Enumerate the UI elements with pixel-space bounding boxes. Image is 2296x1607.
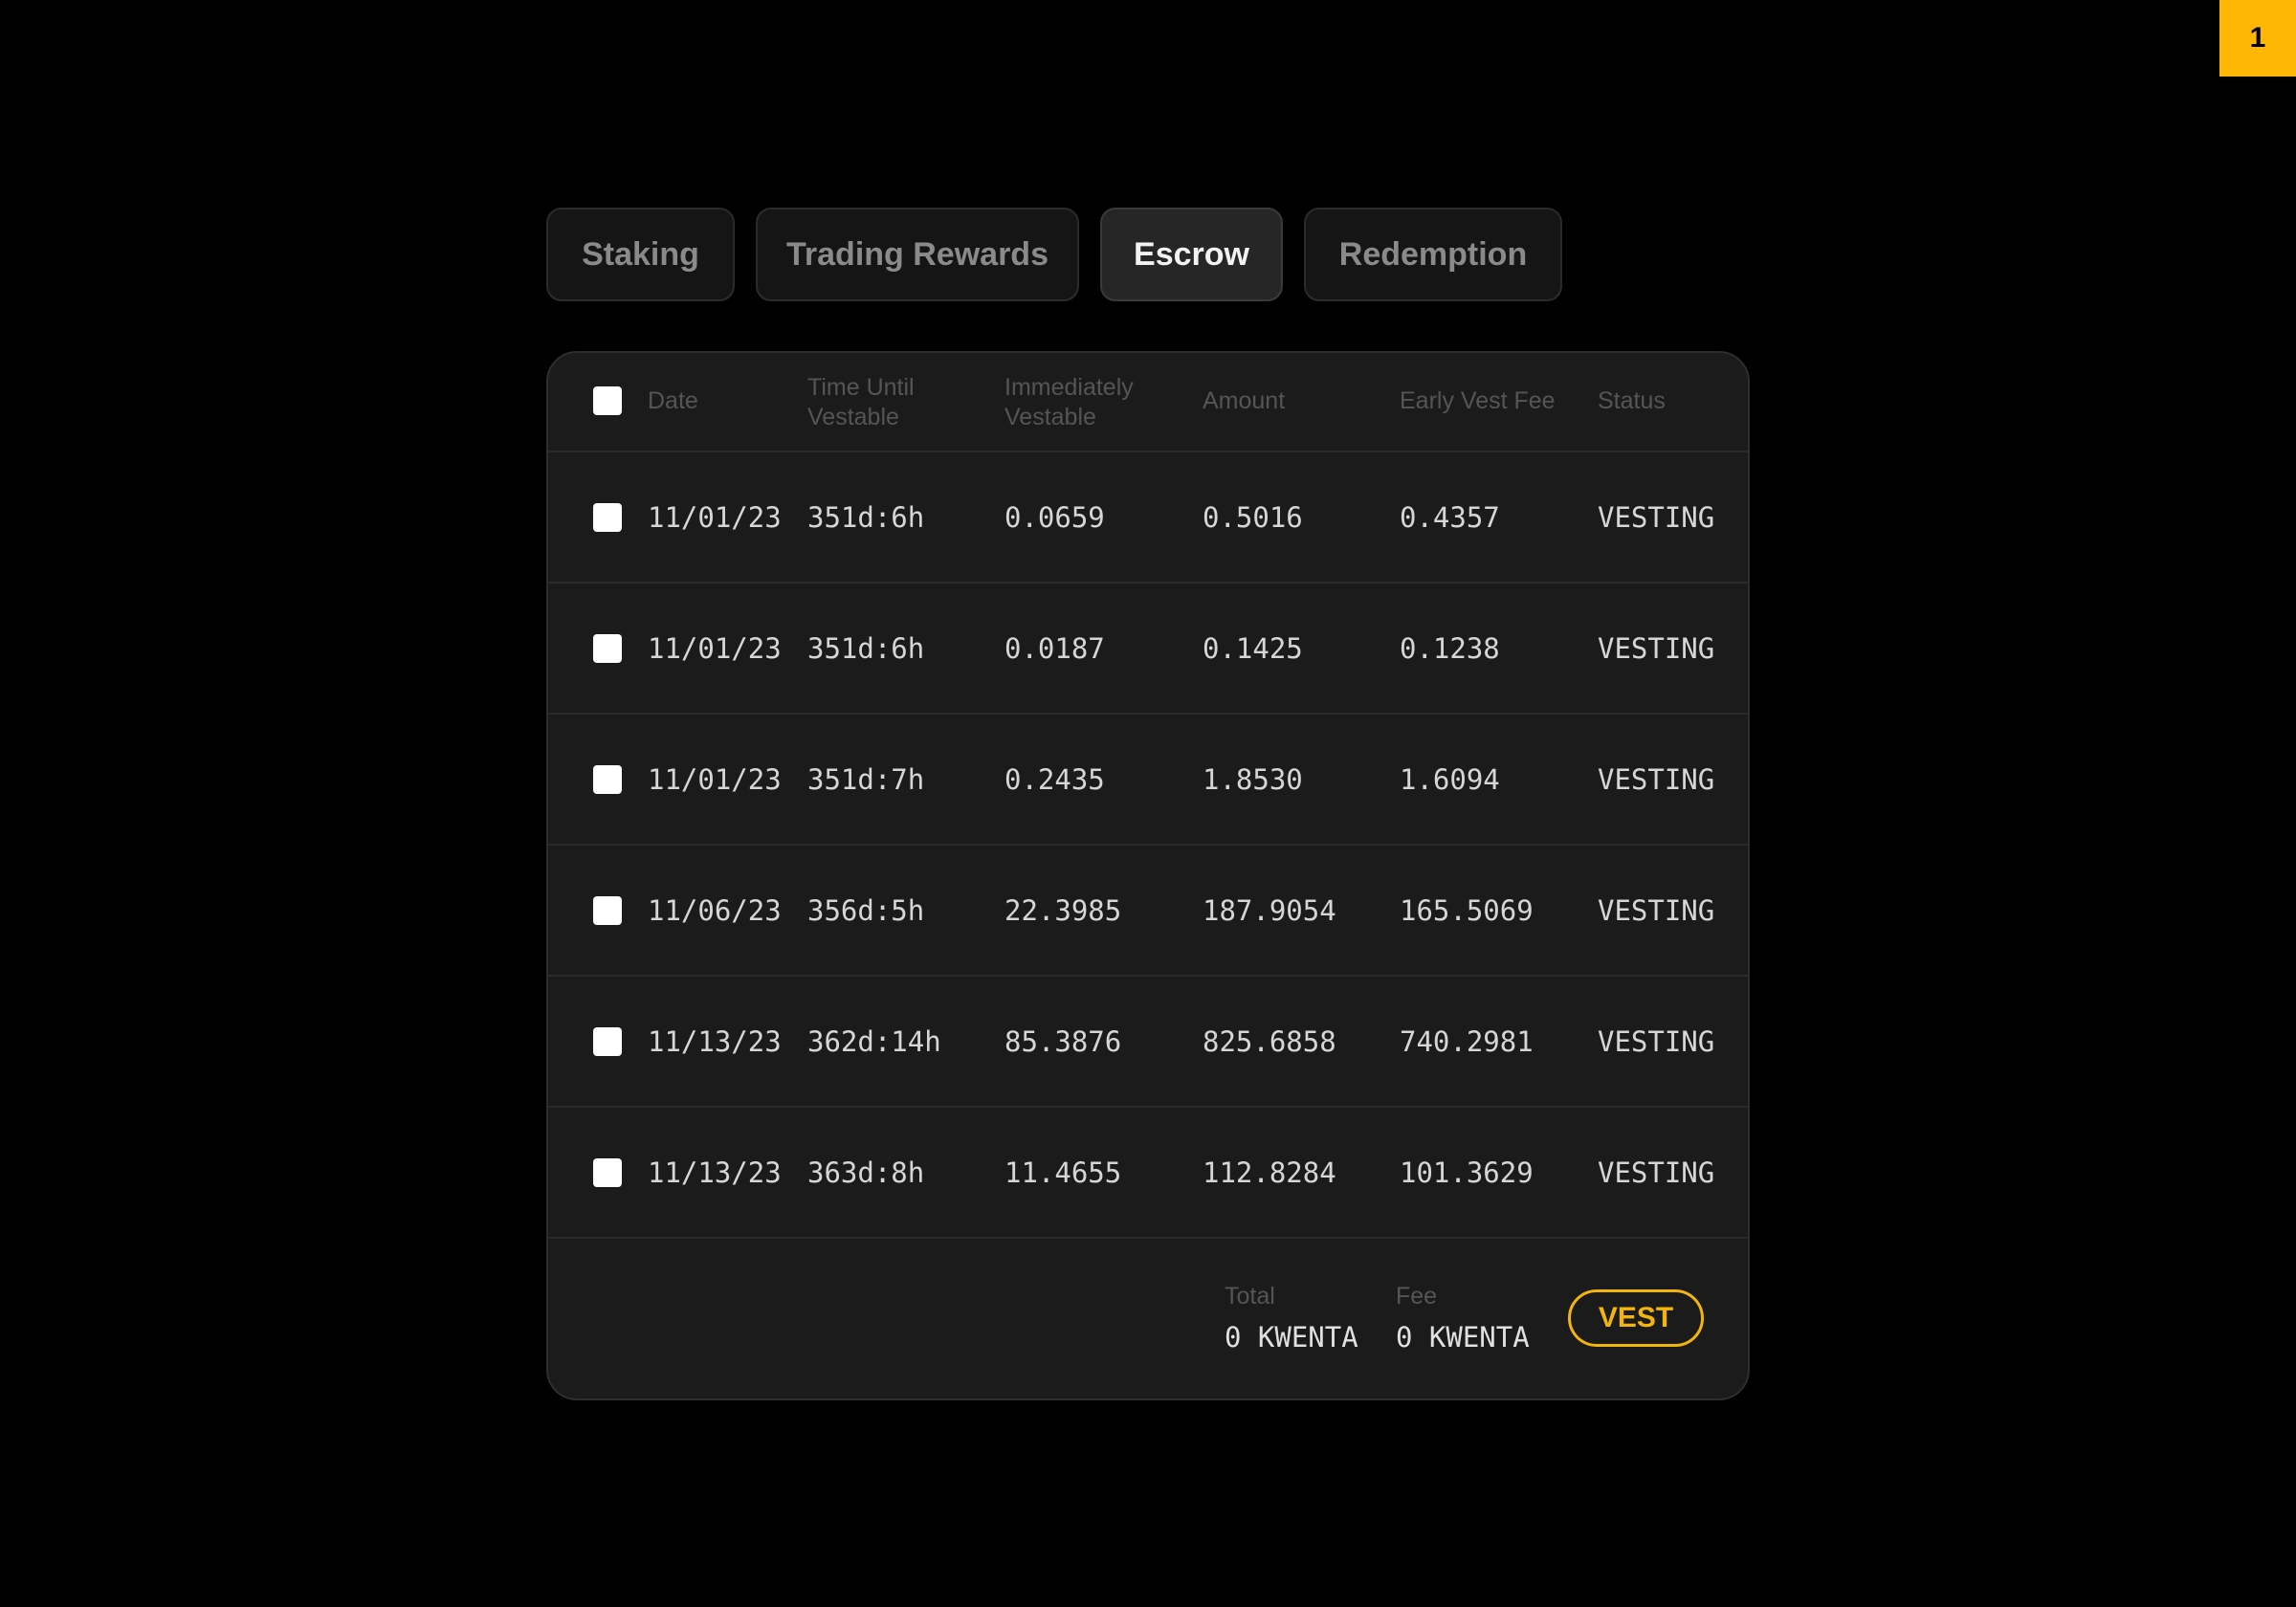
cell-time-until-vestable: 356d:5h: [807, 893, 925, 927]
fee-value: 0 KWENTA: [1396, 1321, 1530, 1354]
tab-redemption[interactable]: Redemption: [1304, 208, 1562, 301]
table-row[interactable]: 11/13/23 362d:14h 85.3876 825.6858 740.2…: [548, 977, 1748, 1108]
cell-immediately-vestable: 11.4655: [1004, 1156, 1122, 1189]
cell-amount: 187.9054: [1203, 893, 1336, 927]
header-time-until-vestable: Time Until Vestable: [807, 373, 915, 432]
cell-immediately-vestable: 0.2435: [1004, 762, 1105, 796]
cell-status: VESTING: [1598, 893, 1715, 927]
cell-status: VESTING: [1598, 1156, 1715, 1189]
row-checkbox[interactable]: [593, 1027, 622, 1056]
tab-escrow[interactable]: Escrow: [1100, 208, 1283, 301]
cell-amount: 0.1425: [1203, 631, 1303, 665]
header-immediately-vestable-line2: Vestable: [1004, 404, 1096, 430]
tab-trading-rewards[interactable]: Trading Rewards: [756, 208, 1079, 301]
header-immediately-vestable: Immediately Vestable: [1004, 373, 1134, 432]
total-value: 0 KWENTA: [1225, 1321, 1358, 1354]
cell-time-until-vestable: 351d:6h: [807, 500, 925, 534]
table-row[interactable]: 11/13/23 363d:8h 11.4655 112.8284 101.36…: [548, 1108, 1748, 1239]
cell-amount: 1.8530: [1203, 762, 1303, 796]
fee-label: Fee: [1396, 1283, 1438, 1310]
cell-date: 11/13/23: [648, 1024, 782, 1058]
cell-status: VESTING: [1598, 500, 1715, 534]
page: 1 Staking Trading Rewards Escrow Redempt…: [0, 0, 2296, 1607]
cell-immediately-vestable: 22.3985: [1004, 893, 1122, 927]
escrow-table-card: Date Time Until Vestable Immediately Ves…: [546, 351, 1750, 1400]
header-amount: Amount: [1203, 387, 1286, 414]
total-label: Total: [1225, 1283, 1275, 1310]
page-number-badge: 1: [2219, 0, 2296, 77]
table-row[interactable]: 11/01/23 351d:6h 0.0659 0.5016 0.4357 VE…: [548, 452, 1748, 583]
cell-immediately-vestable: 85.3876: [1004, 1024, 1122, 1058]
cell-time-until-vestable: 362d:14h: [807, 1024, 941, 1058]
cell-status: VESTING: [1598, 762, 1715, 796]
row-checkbox[interactable]: [593, 634, 622, 663]
cell-date: 11/01/23: [648, 762, 782, 796]
cell-amount: 825.6858: [1203, 1024, 1336, 1058]
table-row[interactable]: 11/01/23 351d:7h 0.2435 1.8530 1.6094 VE…: [548, 715, 1748, 846]
table-row[interactable]: 11/01/23 351d:6h 0.0187 0.1425 0.1238 VE…: [548, 583, 1748, 715]
cell-status: VESTING: [1598, 1024, 1715, 1058]
cell-amount: 0.5016: [1203, 500, 1303, 534]
cell-date: 11/01/23: [648, 631, 782, 665]
cell-time-until-vestable: 363d:8h: [807, 1156, 925, 1189]
header-date: Date: [648, 387, 698, 414]
cell-early-vest-fee: 740.2981: [1400, 1024, 1534, 1058]
cell-immediately-vestable: 0.0659: [1004, 500, 1105, 534]
cell-early-vest-fee: 0.1238: [1400, 631, 1500, 665]
table-row[interactable]: 11/06/23 356d:5h 22.3985 187.9054 165.50…: [548, 846, 1748, 977]
header-time-until-vestable-line2: Vestable: [807, 404, 899, 430]
row-checkbox[interactable]: [593, 896, 622, 925]
cell-immediately-vestable: 0.0187: [1004, 631, 1105, 665]
cell-early-vest-fee: 1.6094: [1400, 762, 1500, 796]
header-early-vest-fee: Early Vest Fee: [1400, 387, 1556, 414]
cell-early-vest-fee: 101.3629: [1400, 1156, 1534, 1189]
cell-status: VESTING: [1598, 631, 1715, 665]
row-checkbox[interactable]: [593, 1158, 622, 1187]
tab-bar: Staking Trading Rewards Escrow Redemptio…: [546, 208, 1562, 301]
cell-time-until-vestable: 351d:6h: [807, 631, 925, 665]
cell-date: 11/01/23: [648, 500, 782, 534]
row-checkbox[interactable]: [593, 765, 622, 794]
header-immediately-vestable-line1: Immediately: [1004, 374, 1134, 401]
cell-early-vest-fee: 165.5069: [1400, 893, 1534, 927]
cell-date: 11/06/23: [648, 893, 782, 927]
header-time-until-vestable-line1: Time Until: [807, 374, 915, 401]
select-all-checkbox[interactable]: [593, 386, 622, 415]
vest-button[interactable]: VEST: [1568, 1289, 1704, 1347]
tab-staking[interactable]: Staking: [546, 208, 735, 301]
table-header: Date Time Until Vestable Immediately Ves…: [548, 353, 1748, 452]
cell-date: 11/13/23: [648, 1156, 782, 1189]
header-status: Status: [1598, 387, 1666, 414]
table-footer: Total 0 KWENTA Fee 0 KWENTA VEST: [548, 1239, 1748, 1398]
row-checkbox[interactable]: [593, 503, 622, 532]
cell-early-vest-fee: 0.4357: [1400, 500, 1500, 534]
cell-time-until-vestable: 351d:7h: [807, 762, 925, 796]
cell-amount: 112.8284: [1203, 1156, 1336, 1189]
